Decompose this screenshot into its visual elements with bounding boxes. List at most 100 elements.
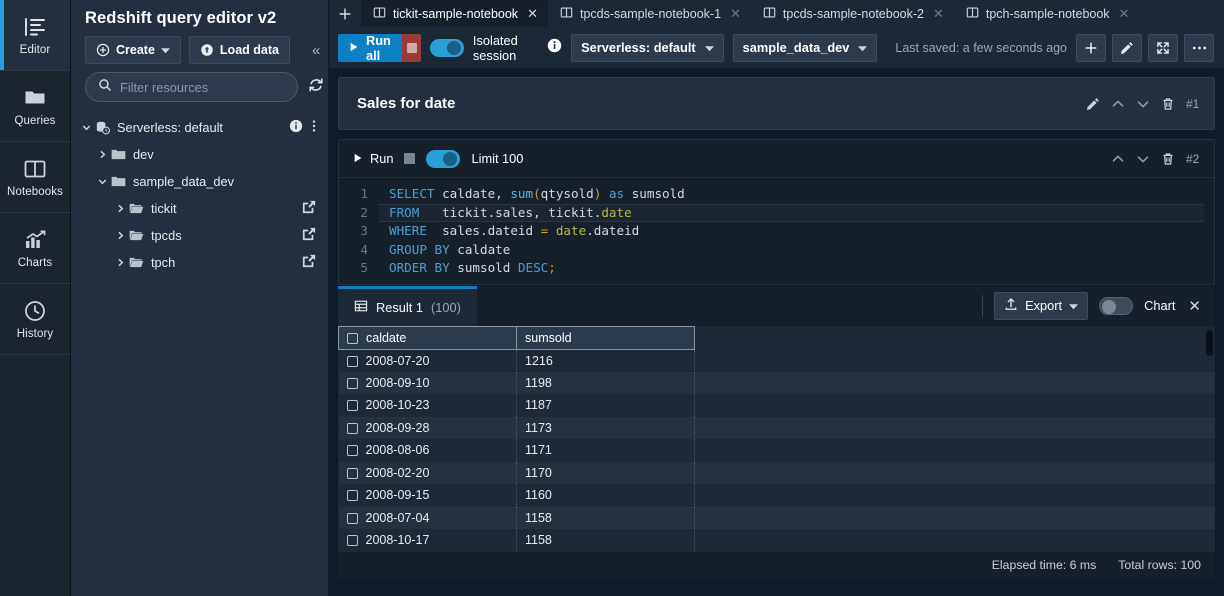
table-row[interactable]: 2008-10-23 1187 (338, 394, 1215, 417)
database-select[interactable]: sample_data_dev (732, 33, 878, 62)
add-cell-button[interactable] (1076, 33, 1107, 62)
close-icon[interactable]: ✕ (1119, 6, 1130, 22)
editor-scrollbar[interactable] (1204, 178, 1214, 284)
stop-all-button[interactable] (402, 33, 421, 62)
table-row[interactable]: 2008-09-15 1160 (338, 484, 1215, 507)
tab-tpcds-sample-notebook-1[interactable]: tpcds-sample-notebook-1 ✕ (548, 0, 751, 27)
close-icon[interactable]: ✕ (527, 6, 538, 22)
chevron-down-icon[interactable] (93, 176, 111, 187)
folder-open-icon (129, 256, 144, 269)
row-checkbox[interactable] (346, 355, 358, 367)
tree-node-tpch[interactable]: tpch (77, 249, 322, 276)
chevron-right-icon[interactable] (111, 203, 129, 214)
tree-node-sample-data-dev[interactable]: sample_data_dev (77, 168, 322, 195)
info-icon[interactable] (289, 119, 303, 136)
cell-caldate: 2008-10-17 (338, 529, 517, 552)
sql-code-editor[interactable]: 1 2 3 4 5 SELECT caldate, sum(qtysold) as su… (339, 178, 1214, 284)
rail-item-notebooks[interactable]: Notebooks (0, 142, 70, 213)
create-button[interactable]: Create (85, 36, 181, 64)
move-cell-down-icon[interactable] (1136, 152, 1150, 166)
close-icon[interactable]: ✕ (933, 6, 944, 22)
move-cell-up-icon[interactable] (1111, 152, 1125, 166)
row-checkbox[interactable] (346, 400, 358, 412)
open-in-editor-action[interactable] (302, 227, 316, 244)
code-line[interactable]: SELECT caldate, sum(qtysold) as sumsold (379, 185, 1214, 204)
open-in-editor-icon[interactable] (302, 200, 316, 217)
chart-toggle[interactable] (1099, 296, 1134, 315)
move-cell-down-icon[interactable] (1136, 97, 1150, 111)
chevron-right-icon[interactable] (111, 257, 129, 268)
rail-item-history[interactable]: History (0, 284, 70, 355)
stop-cell-icon[interactable] (404, 153, 416, 164)
fullscreen-button[interactable] (1148, 33, 1179, 62)
chevron-right-icon[interactable] (111, 230, 129, 241)
row-checkbox[interactable] (346, 490, 358, 502)
delete-cell-icon[interactable] (1161, 97, 1175, 111)
markdown-cell[interactable]: Sales for date #1 (338, 77, 1215, 130)
edit-cell-icon[interactable] (1086, 97, 1100, 111)
load-data-button[interactable]: Load data (188, 36, 290, 64)
move-cell-up-icon[interactable] (1111, 97, 1125, 111)
more-options-icon[interactable] (312, 119, 316, 136)
collapse-sidebar-button[interactable]: « (310, 43, 322, 58)
filter-resources-input[interactable] (120, 79, 285, 95)
table-row[interactable]: 2008-02-20 1170 (338, 461, 1215, 484)
run-cell-button[interactable]: Run (353, 151, 393, 166)
filter-resources-box[interactable] (85, 72, 298, 102)
open-in-editor-icon[interactable] (302, 227, 316, 244)
table-row[interactable]: 2008-10-17 1158 (338, 529, 1215, 552)
open-in-editor-icon[interactable] (302, 254, 316, 271)
results-scrollbar-thumb[interactable] (1206, 329, 1213, 356)
row-checkbox[interactable] (346, 467, 358, 479)
edit-button[interactable] (1112, 33, 1143, 62)
row-checkbox[interactable] (346, 422, 358, 434)
table-row[interactable]: 2008-07-04 1158 (338, 506, 1215, 529)
open-in-editor-action[interactable] (302, 254, 316, 271)
row-checkbox[interactable] (346, 445, 358, 457)
refresh-icon[interactable] (307, 76, 325, 99)
table-row[interactable]: 2008-09-10 1198 (338, 371, 1215, 394)
run-all-button[interactable]: Run all (338, 33, 403, 63)
open-in-editor-action[interactable] (302, 200, 316, 217)
column-header-sumsold[interactable]: sumsold (516, 325, 695, 350)
tree-node-dev[interactable]: dev (77, 141, 322, 168)
code-line[interactable]: FROM tickit.sales, tickit.date (379, 203, 1214, 222)
tree-node-serverless-default[interactable]: Serverless: default (77, 114, 322, 141)
tree-node-tickit[interactable]: tickit (77, 195, 322, 222)
row-checkbox[interactable] (346, 512, 358, 524)
select-all-checkbox[interactable] (347, 332, 358, 344)
table-row[interactable]: 2008-09-28 1173 (338, 416, 1215, 439)
chevron-down-icon[interactable] (77, 122, 95, 133)
rail-item-charts[interactable]: Charts (0, 213, 70, 284)
connection-select[interactable]: Serverless: default (571, 33, 724, 62)
limit-toggle[interactable] (426, 149, 461, 168)
close-results-icon[interactable]: ✕ (1186, 297, 1203, 315)
tab-tpcds-sample-notebook-2[interactable]: tpcds-sample-notebook-2 ✕ (751, 0, 954, 27)
tab-tpch-sample-notebook[interactable]: tpch-sample-notebook ✕ (954, 0, 1140, 27)
close-icon[interactable]: ✕ (730, 6, 741, 22)
table-row[interactable]: 2008-07-20 1216 (338, 349, 1215, 372)
new-tab-button[interactable] (329, 0, 361, 27)
chevron-right-icon[interactable] (93, 149, 111, 160)
row-checkbox[interactable] (346, 535, 358, 547)
export-button[interactable]: Export (994, 291, 1089, 320)
rail-item-queries[interactable]: Queries (0, 71, 70, 142)
column-header-caldate[interactable]: caldate (338, 325, 517, 350)
rail-item-editor[interactable]: Editor (0, 0, 70, 71)
tree-node-tpcds[interactable]: tpcds (77, 222, 322, 249)
folder-open-icon (129, 229, 144, 242)
row-checkbox[interactable] (346, 377, 358, 389)
tab-tickit-sample-notebook[interactable]: tickit-sample-notebook ✕ (361, 0, 548, 27)
result-tab-1[interactable]: Result 1 (100) (338, 285, 477, 326)
code-lines[interactable]: SELECT caldate, sum(qtysold) as sumsold F… (379, 185, 1214, 278)
code-token: sumsold (449, 260, 518, 275)
code-line[interactable]: ORDER BY sumsold DESC; (379, 259, 1214, 278)
table-row[interactable]: 2008-08-06 1171 (338, 439, 1215, 462)
code-line[interactable]: GROUP BY caldate (379, 241, 1214, 260)
results-grid[interactable]: caldate sumsold 2008-07-20 1216 2008-09-10… (338, 325, 1215, 552)
more-options-button[interactable] (1184, 33, 1215, 62)
info-icon[interactable] (547, 38, 562, 58)
code-line[interactable]: WHERE sales.dateid = date.dateid (379, 222, 1214, 241)
delete-cell-icon[interactable] (1161, 152, 1175, 166)
isolated-session-toggle[interactable] (429, 38, 464, 57)
